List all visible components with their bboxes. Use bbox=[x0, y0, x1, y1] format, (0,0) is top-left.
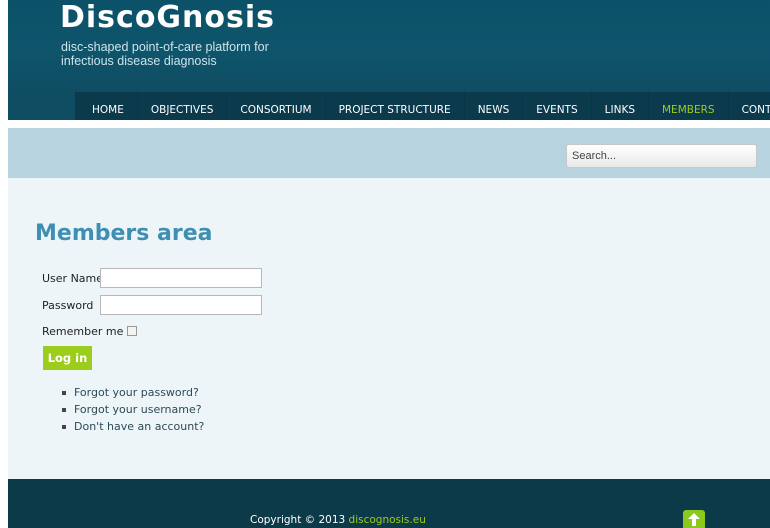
password-field[interactable] bbox=[100, 295, 262, 315]
remember-row: Remember me bbox=[42, 321, 138, 341]
members-content: Members area User Name Password Remember… bbox=[8, 178, 770, 479]
nav-news[interactable]: NEWS bbox=[465, 92, 524, 120]
page-frame: DiscoGnosis disc-shaped point-of-care pl… bbox=[8, 0, 770, 528]
forgot-username-link[interactable]: Forgot your username? bbox=[74, 403, 202, 416]
copyright-prefix: Copyright © 2013 bbox=[250, 514, 346, 526]
search-band bbox=[8, 128, 770, 178]
password-row: Password bbox=[42, 295, 93, 315]
username-label: User Name bbox=[42, 271, 104, 285]
page-title: Members area bbox=[35, 221, 213, 246]
account-links: Forgot your password? Forgot your userna… bbox=[62, 384, 204, 435]
remember-checkbox[interactable] bbox=[127, 326, 138, 336]
remember-label: Remember me bbox=[42, 324, 124, 338]
nav-links[interactable]: LINKS bbox=[592, 92, 649, 120]
forgot-password-link[interactable]: Forgot your password? bbox=[74, 386, 199, 399]
register-link[interactable]: Don't have an account? bbox=[74, 420, 204, 433]
site-header: DiscoGnosis disc-shaped point-of-care pl… bbox=[8, 0, 770, 120]
nav-objectives[interactable]: OBJECTIVES bbox=[138, 92, 228, 120]
list-item: Forgot your username? bbox=[62, 401, 204, 418]
nav-members[interactable]: MEMBERS bbox=[649, 92, 729, 120]
nav-events[interactable]: EVENTS bbox=[523, 92, 592, 120]
site-tagline: disc-shaped point-of-care platform for i… bbox=[61, 40, 269, 68]
arrow-up-icon bbox=[688, 513, 700, 526]
username-field[interactable] bbox=[100, 268, 262, 288]
back-to-top-button[interactable] bbox=[683, 510, 705, 528]
search-input[interactable] bbox=[566, 144, 757, 168]
main-nav: HOME OBJECTIVES CONSORTIUM PROJECT STRUC… bbox=[75, 92, 770, 120]
bullet-icon bbox=[62, 407, 66, 412]
password-label: Password bbox=[42, 298, 94, 312]
nav-project-structure[interactable]: PROJECT STRUCTURE bbox=[326, 92, 465, 120]
list-item: Forgot your password? bbox=[62, 384, 204, 401]
site-logo-title[interactable]: DiscoGnosis bbox=[60, 0, 275, 36]
site-link[interactable]: discognosis.eu bbox=[349, 514, 426, 526]
bullet-icon bbox=[62, 390, 66, 395]
login-button[interactable]: Log in bbox=[43, 346, 92, 370]
nav-consortium[interactable]: CONSORTIUM bbox=[227, 92, 326, 120]
username-row: User Name bbox=[42, 268, 103, 288]
bullet-icon bbox=[62, 424, 66, 429]
site-footer: Copyright © 2013 discognosis.eu bbox=[8, 479, 770, 528]
nav-home[interactable]: HOME bbox=[75, 92, 138, 120]
list-item: Don't have an account? bbox=[62, 418, 204, 435]
nav-contact[interactable]: CONTACT bbox=[729, 92, 770, 120]
copyright-text: Copyright © 2013 discognosis.eu bbox=[250, 514, 426, 526]
